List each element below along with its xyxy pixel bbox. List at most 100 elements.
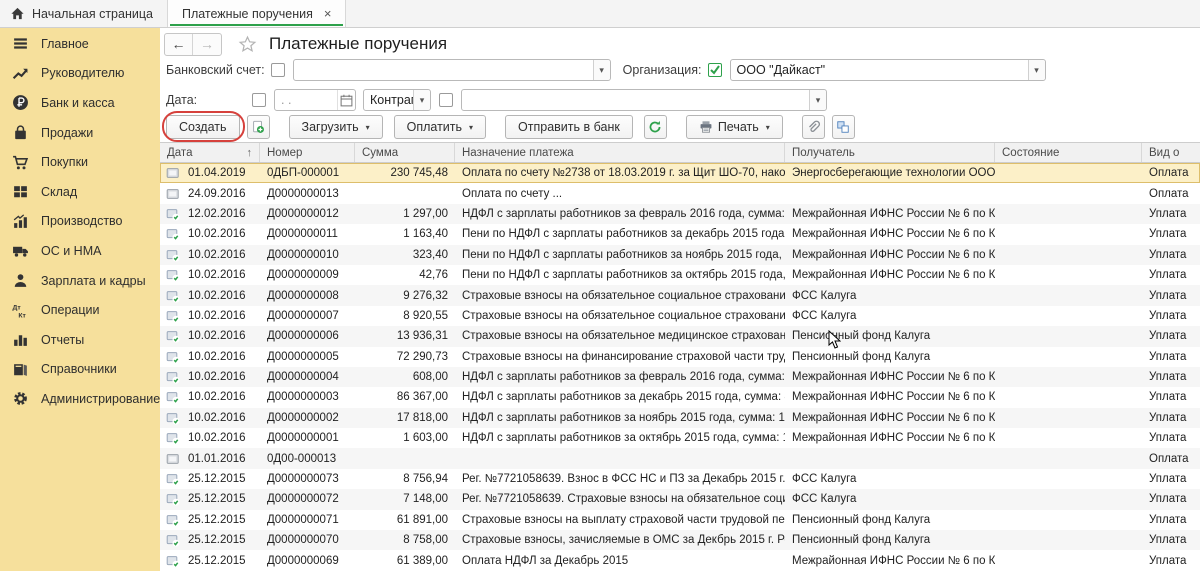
table-row[interactable]: 10.02.2016 Д0000000010 323,40 Пени по НД… [160,245,1200,265]
table-row[interactable]: 10.02.2016 Д0000000005 72 290,73 Страхов… [160,347,1200,367]
column-header-number[interactable]: Номер [260,143,355,162]
favorite-star-icon[interactable] [238,35,257,54]
sidebar-item-grid[interactable]: Склад [0,177,160,207]
attachments-button[interactable] [802,115,825,139]
cell-purpose: Страховые взносы на обязательное медицин… [455,330,785,342]
back-button[interactable]: ← [165,34,193,55]
cell-amount: 7 148,00 [355,493,455,505]
column-header-state[interactable]: Состояние [995,143,1142,162]
table-row[interactable]: 10.02.2016 Д0000000006 13 936,31 Страхов… [160,326,1200,346]
page-title: Платежные поручения [269,34,447,54]
cell-date: 10.02.2016 [184,330,260,342]
forward-button[interactable]: → [193,34,221,55]
table-row[interactable]: 10.02.2016 Д0000000001 1 603,00 НДФЛ с з… [160,428,1200,448]
sidebar-item-truck[interactable]: ОС и НМА [0,236,160,266]
counterparty-select[interactable]: Контрагент: ▾ [363,89,431,111]
tab-home[interactable]: Начальная страница [0,0,167,27]
sidebar-item-label: Руководителю [41,66,124,80]
tab-payment-orders[interactable]: Платежные поручения × [167,0,347,27]
sidebar: Главное Руководителю Банк и касса Продаж… [0,28,160,571]
organization-combobox[interactable]: ООО "Дайкаст" ▾ [730,59,1046,81]
table-row[interactable]: 10.02.2016 Д0000000007 8 920,55 Страховы… [160,306,1200,326]
refresh-button[interactable] [644,115,667,139]
cell-date: 25.12.2015 [184,534,260,546]
calendar-icon[interactable] [337,90,355,110]
cell-kind: Уплата [1142,351,1200,363]
sidebar-item-hamburger[interactable]: Главное [0,29,160,59]
sidebar-item-dtkt[interactable]: ДтКт Операции [0,295,160,325]
column-header-date[interactable]: Дата ↑ [160,143,260,162]
table-row[interactable]: 10.02.2016 Д0000000003 86 367,00 НДФЛ с … [160,387,1200,407]
cell-amount: 1 603,00 [355,432,455,444]
hamburger-icon [12,35,29,52]
app-window: Начальная страница Платежные поручения ×… [0,0,1200,571]
create-button[interactable]: Создать [166,115,240,139]
table-row[interactable]: 01.04.2019 0ДБП-000001 230 745,48 Оплата… [160,163,1200,183]
chevron-down-icon[interactable]: ▾ [1028,60,1045,80]
organization-checkbox[interactable] [708,63,722,77]
doc-posted-icon [160,350,184,364]
svg-text:Кт: Кт [18,312,26,319]
table-row[interactable]: 25.12.2015 Д0000000072 7 148,00 Рег. №77… [160,489,1200,509]
sidebar-item-trend[interactable]: Руководителю [0,59,160,89]
column-header-amount[interactable]: Сумма [355,143,455,162]
chevron-down-icon[interactable]: ▾ [809,90,826,110]
sidebar-item-gear[interactable]: Администрирование [0,384,160,414]
print-button[interactable]: Печать▾ [686,115,783,139]
table-row[interactable]: 25.12.2015 Д0000000071 61 891,00 Страхов… [160,510,1200,530]
cell-kind: Уплата [1142,514,1200,526]
sidebar-item-books[interactable]: Справочники [0,355,160,385]
cell-date: 24.09.2016 [184,188,260,200]
table-row[interactable]: 10.02.2016 Д0000000011 1 163,40 Пени по … [160,224,1200,244]
table-row[interactable]: 25.12.2015 Д0000000069 61 389,00 Оплата … [160,550,1200,570]
load-button[interactable]: Загрузить▾ [289,115,383,139]
doc-posted-icon [160,329,184,343]
sidebar-item-cart[interactable]: Покупки [0,147,160,177]
sidebar-item-label: Продажи [41,126,93,140]
tab-bar: Начальная страница Платежные поручения × [0,0,1200,28]
table-row[interactable]: 24.09.2016 Д0000000013 Оплата по счету .… [160,183,1200,203]
sidebar-item-person[interactable]: Зарплата и кадры [0,266,160,296]
date-checkbox[interactable] [252,93,266,107]
send-to-bank-button[interactable]: Отправить в банк [505,115,633,139]
bank-account-combobox[interactable]: ▾ [293,59,611,81]
sidebar-item-production[interactable]: Производство [0,207,160,237]
table-row[interactable]: 10.02.2016 Д0000000002 17 818,00 НДФЛ с … [160,408,1200,428]
list-toolbar: Создать Загрузить▾ Оплатить▾ Отправить в… [166,114,855,140]
sidebar-item-label: Покупки [41,155,88,169]
counterparty-combobox[interactable]: ▾ [461,89,827,111]
date-input[interactable]: . . [274,89,356,111]
doc-posted-icon [160,492,184,506]
sidebar-item-chart[interactable]: Отчеты [0,325,160,355]
sidebar-item-label: Производство [41,214,123,228]
column-header-kind[interactable]: Вид о [1142,143,1200,162]
grid-icon [12,183,29,200]
counterparty-checkbox[interactable] [439,93,453,107]
sidebar-item-label: Справочники [41,362,117,376]
list-settings-button[interactable] [832,115,855,139]
sidebar-item-ruble[interactable]: Банк и касса [0,88,160,118]
bank-account-checkbox[interactable] [271,63,285,77]
table-row[interactable]: 10.02.2016 Д0000000004 608,00 НДФЛ с зар… [160,367,1200,387]
column-header-payee[interactable]: Получатель [785,143,995,162]
table-row[interactable]: 12.02.2016 Д0000000012 1 297,00 НДФЛ с з… [160,204,1200,224]
table-row[interactable]: 10.02.2016 Д0000000008 9 276,32 Страховы… [160,285,1200,305]
table-row[interactable]: 10.02.2016 Д0000000009 42,76 Пени по НДФ… [160,265,1200,285]
chevron-down-icon[interactable]: ▾ [413,90,430,110]
column-header-purpose[interactable]: Назначение платежа [455,143,785,162]
sidebar-item-bag[interactable]: Продажи [0,118,160,148]
cell-amount: 42,76 [355,269,455,281]
chevron-down-icon[interactable]: ▾ [593,60,610,80]
cell-number: 0ДБП-000001 [260,167,355,179]
copy-document-button[interactable] [247,115,270,139]
cell-amount: 9 276,32 [355,290,455,302]
table-row[interactable]: 01.01.2016 0Д00-000013 Оплата [160,448,1200,468]
cell-date: 10.02.2016 [184,412,260,424]
table-row[interactable]: 25.12.2015 Д0000000073 8 756,94 Рег. №77… [160,469,1200,489]
pay-button[interactable]: Оплатить▾ [394,115,486,139]
table-row[interactable]: 25.12.2015 Д0000000070 8 758,00 Страховы… [160,530,1200,550]
close-icon[interactable]: × [324,6,332,21]
bank-account-label: Банковский счет: [166,63,265,77]
date-label: Дата: [166,93,246,107]
cell-kind: Оплата [1142,453,1200,465]
